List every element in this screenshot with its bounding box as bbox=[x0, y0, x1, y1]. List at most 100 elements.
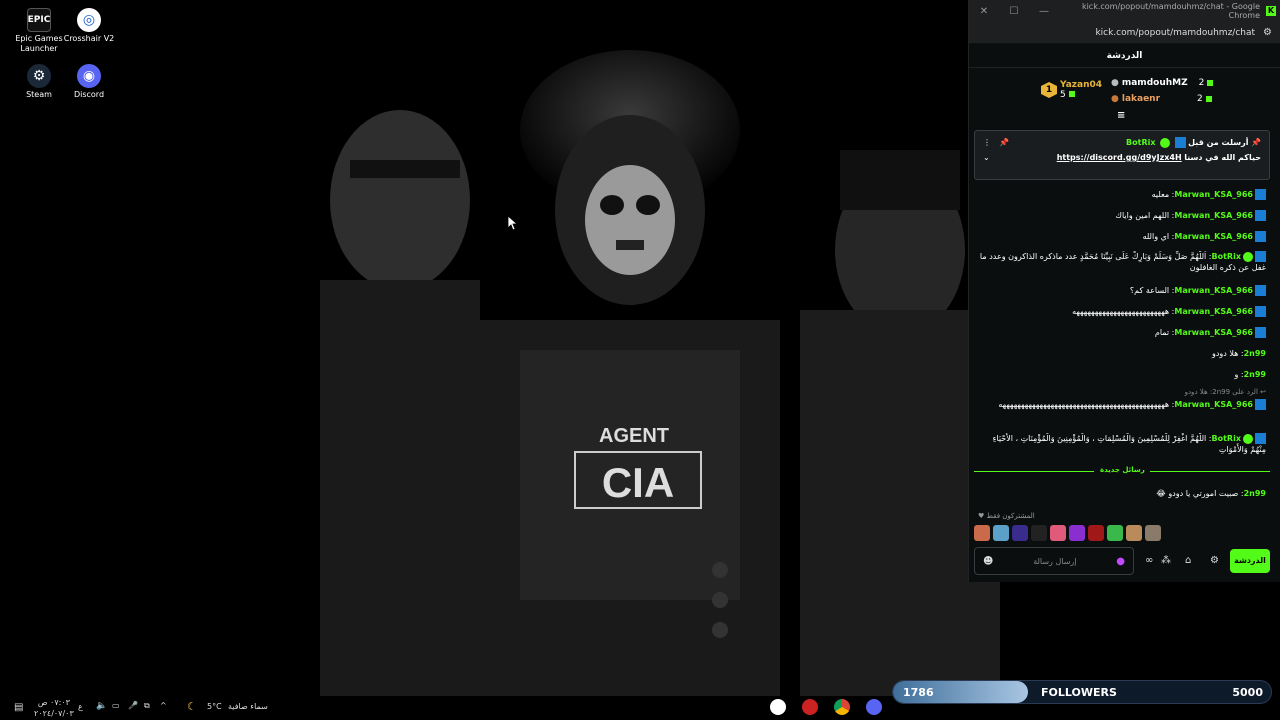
clock[interactable]: ٠٧:٠٣ ص ٢٠٢٤/٠٧/٠٣ bbox=[34, 697, 74, 719]
volume-icon[interactable]: 🔈 bbox=[96, 701, 107, 711]
tray-app-icon[interactable]: ⧉ bbox=[144, 701, 150, 711]
emoji-picker-icon[interactable]: ☻ bbox=[983, 556, 993, 567]
microphone-icon[interactable]: ● bbox=[1116, 556, 1125, 567]
heart-icon: ♥ bbox=[978, 512, 985, 520]
minimize-window-icon[interactable]: — bbox=[1029, 6, 1059, 17]
weather-condition[interactable]: سماء صافية bbox=[228, 702, 268, 711]
chat-message[interactable]: 2n99: هلا دودو bbox=[978, 348, 1266, 359]
message-username[interactable]: Marwan_KSA_966 bbox=[1174, 211, 1253, 220]
followers-current: 1786 bbox=[903, 686, 934, 699]
infinity-icon[interactable]: ∞ bbox=[1145, 555, 1153, 566]
chat-message[interactable]: Marwan_KSA_966: اللهم امين واياك bbox=[978, 210, 1266, 221]
message-username[interactable]: Marwan_KSA_966 bbox=[1174, 400, 1253, 409]
cia-text: CIA bbox=[602, 459, 674, 506]
message-username[interactable]: BotRix bbox=[1212, 434, 1241, 443]
chat-message[interactable]: Marwan_KSA_966: هههههههههههههههههههههههه… bbox=[978, 399, 1266, 423]
weather-moon-icon: ☾ bbox=[187, 700, 197, 713]
emote-icon[interactable] bbox=[993, 525, 1009, 541]
pin-icon[interactable]: 📌 bbox=[999, 138, 1009, 147]
chat-message[interactable]: BotRix: اَللَّهُمَّ صَلِّ وَسَلِّمْ وَبَ… bbox=[978, 251, 1266, 275]
message-username[interactable]: 2n99 bbox=[1244, 370, 1266, 379]
gem-icon bbox=[1205, 96, 1212, 102]
chat-message[interactable]: Marwan_KSA_966: تمام bbox=[978, 327, 1266, 338]
user-badge-icon bbox=[1255, 210, 1266, 221]
user-badge-icon bbox=[1174, 137, 1186, 148]
emote-icon[interactable] bbox=[1031, 525, 1047, 541]
message-text: الساعة كم؟ bbox=[1129, 286, 1170, 295]
emote-icon[interactable] bbox=[1145, 525, 1161, 541]
wallpaper-image: AGENT CIA bbox=[280, 20, 1000, 700]
desktop-icon-crosshair[interactable]: ◎ Crosshair V2 bbox=[59, 8, 119, 44]
site-settings-icon[interactable]: ⚙ bbox=[1263, 27, 1272, 38]
desktop-icon-discord[interactable]: ◉ Discord bbox=[59, 64, 119, 100]
leaderboard-entry-1[interactable]: 1 Yazan04 5 bbox=[1041, 80, 1102, 100]
taskbar-app-obs-icon[interactable] bbox=[770, 699, 786, 715]
chat-message-input[interactable]: ☻ إرسال رسالة ● bbox=[974, 547, 1134, 575]
chat-message[interactable]: 2n99: صبيت امورتي يا دودو 😂 bbox=[978, 488, 1266, 499]
subscribers-only-note: ♥ المشتركون فقط bbox=[978, 512, 1035, 520]
leaderboard-entry-2[interactable]: ● mamdouhMZ 2 bbox=[1111, 78, 1214, 88]
notifications-icon[interactable]: ▤ bbox=[14, 702, 23, 713]
filter-icon[interactable]: ≡ bbox=[1117, 110, 1125, 121]
chat-message[interactable]: Marwan_KSA_966: هههههههههههههههههههههههه… bbox=[978, 306, 1266, 317]
emote-icon[interactable] bbox=[1088, 525, 1104, 541]
store-icon[interactable]: ⌂ bbox=[1185, 555, 1191, 566]
taskbar-app-chrome-icon[interactable] bbox=[834, 699, 850, 715]
rank-2-badge-icon: ● bbox=[1111, 78, 1119, 88]
desktop: AGENT CIA EPIC Epic Games Launcher ◎ Cro… bbox=[0, 0, 1280, 720]
user-badge-icon bbox=[1255, 231, 1266, 242]
emote-bar bbox=[974, 525, 1161, 541]
pinned-link[interactable]: https://discord.gg/d9yJzx4H bbox=[1057, 153, 1182, 162]
pinned-username[interactable]: BotRix bbox=[1126, 138, 1155, 147]
emote-icon[interactable] bbox=[1107, 525, 1123, 541]
message-username[interactable]: Marwan_KSA_966 bbox=[1174, 286, 1253, 295]
chat-message[interactable]: 2n99: و bbox=[978, 369, 1266, 380]
followers-label: FOLLOWERS bbox=[1041, 686, 1117, 699]
expand-chevron-icon[interactable]: ⌄ bbox=[983, 153, 990, 162]
emote-icon[interactable] bbox=[1012, 525, 1028, 541]
microphone-tray-icon[interactable]: 🎤 bbox=[128, 701, 138, 710]
chat-send-button[interactable]: الدردشة bbox=[1230, 549, 1270, 573]
pinned-options-icon[interactable]: ⋮ bbox=[983, 138, 991, 147]
emotes-icon[interactable]: ⁂ bbox=[1161, 555, 1171, 566]
epic-games-icon: EPIC bbox=[27, 8, 51, 32]
maximize-window-icon[interactable]: ☐ bbox=[999, 6, 1029, 17]
close-window-icon[interactable]: ✕ bbox=[969, 6, 999, 17]
message-username[interactable]: Marwan_KSA_966 bbox=[1174, 307, 1253, 316]
leaderboard-count: 5 bbox=[1060, 90, 1066, 100]
message-username[interactable]: Marwan_KSA_966 bbox=[1174, 190, 1253, 199]
message-username[interactable]: 2n99 bbox=[1244, 489, 1266, 498]
network-icon[interactable]: ▭ bbox=[112, 701, 120, 710]
user-badge-icon bbox=[1255, 433, 1266, 444]
input-language[interactable]: ع bbox=[78, 702, 83, 711]
chat-message[interactable]: Marwan_KSA_966: الساعة كم؟ bbox=[978, 285, 1266, 296]
emote-icon[interactable] bbox=[1069, 525, 1085, 541]
message-username[interactable]: Marwan_KSA_966 bbox=[1174, 232, 1253, 241]
settings-gear-icon[interactable]: ⚙ bbox=[1210, 555, 1219, 566]
message-text: معليه bbox=[1151, 190, 1170, 199]
reply-icon: ↩ bbox=[1260, 388, 1266, 396]
message-text: هههههههههههههههههههههههههههههههههههههههه… bbox=[998, 400, 1170, 409]
steam-icon: ⚙ bbox=[27, 64, 51, 88]
show-hidden-icons-icon[interactable]: ^ bbox=[160, 701, 167, 710]
message-username[interactable]: Marwan_KSA_966 bbox=[1174, 328, 1253, 337]
url-text: kick.com/popout/mamdouhmz/chat bbox=[1095, 27, 1256, 38]
user-badge-icon bbox=[1255, 327, 1266, 338]
chat-message[interactable]: BotRix: اللَّهُمَّ اغْفِرْ لِلْمُسْلِمِي… bbox=[978, 433, 1266, 457]
clock-time: ٠٧:٠٣ ص bbox=[37, 698, 70, 707]
weather-temperature[interactable]: 5°C bbox=[207, 702, 222, 711]
address-bar[interactable]: kick.com/popout/mamdouhmz/chat ⚙ bbox=[969, 22, 1280, 44]
leaderboard-entry-3[interactable]: ● lakaenr 2 bbox=[1111, 94, 1212, 104]
emote-icon[interactable] bbox=[974, 525, 990, 541]
message-text: هلا دودو bbox=[1211, 349, 1239, 358]
taskbar-app-record-icon[interactable] bbox=[802, 699, 818, 715]
message-username[interactable]: 2n99 bbox=[1244, 349, 1266, 358]
chat-message[interactable]: Marwan_KSA_966: معليه bbox=[978, 189, 1266, 200]
emote-icon[interactable] bbox=[1126, 525, 1142, 541]
message-username[interactable]: BotRix bbox=[1212, 252, 1241, 261]
chat-message[interactable]: Marwan_KSA_966: اي والله bbox=[978, 231, 1266, 242]
taskbar-app-discord-icon[interactable] bbox=[866, 699, 882, 715]
desktop-icon-label: Discord bbox=[73, 90, 105, 99]
emote-icon[interactable] bbox=[1050, 525, 1066, 541]
new-messages-divider[interactable]: رسائل جديدة bbox=[974, 466, 1270, 478]
